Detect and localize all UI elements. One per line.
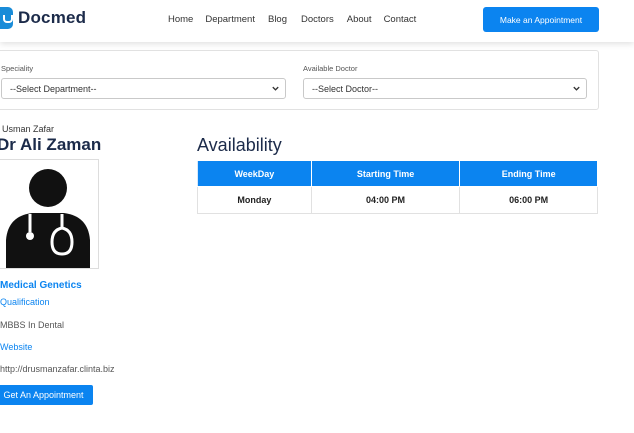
nav-home[interactable]: Home [168, 14, 193, 25]
cell-day: Monday [197, 186, 312, 214]
brand-name: Docmed [18, 8, 87, 27]
chevron-down-icon [272, 86, 279, 91]
main-nav: Home Department Blog Doctors About Conta… [168, 14, 416, 25]
availability-table: WeekDay Starting Time Ending Time Monday… [197, 160, 598, 214]
doctor-photo [0, 159, 99, 269]
table-row: Monday 04:00 PM 06:00 PM [197, 186, 598, 214]
qualification-value: MBBS In Dental [0, 320, 65, 330]
doctor-subtitle: Usman Zafar [2, 124, 55, 134]
header-starting-time: Starting Time [310, 160, 461, 187]
speciality-select[interactable]: --Select Department-- [1, 78, 286, 99]
doctor-name: Dr Ali Zaman [0, 135, 102, 154]
get-appointment-button[interactable]: Get An Appointment [0, 385, 93, 405]
cell-end-time: 06:00 PM [459, 186, 598, 214]
availability-title: Availability [197, 135, 282, 155]
nav-contact[interactable]: Contact [384, 14, 417, 25]
brand-logo[interactable]: Docmed [0, 7, 86, 29]
doctor-select-value: --Select Doctor-- [312, 83, 379, 94]
cell-start-time: 04:00 PM [310, 186, 461, 214]
doctor-speciality: Medical Genetics [0, 280, 82, 291]
stethoscope-icon [0, 7, 13, 29]
chevron-down-icon [573, 86, 580, 91]
website-link[interactable]: http://drusmanzafar.clinta.biz [0, 364, 115, 374]
header-weekday: WeekDay [197, 160, 312, 187]
nav-department[interactable]: Department [205, 14, 255, 25]
nav-about[interactable]: About [347, 14, 372, 25]
speciality-label: Speciality [1, 64, 34, 73]
header-ending-time: Ending Time [459, 160, 598, 187]
doctor-avatar-icon [5, 169, 90, 268]
website-label: Website [0, 342, 33, 352]
speciality-select-value: --Select Department-- [10, 83, 97, 94]
qualification-label: Qualification [0, 297, 50, 307]
make-appointment-button[interactable]: Make an Appointment [483, 7, 599, 32]
available-doctor-label: Available Doctor [303, 64, 358, 73]
doctor-select[interactable]: --Select Doctor-- [303, 78, 587, 99]
table-header-row: WeekDay Starting Time Ending Time [197, 160, 598, 187]
search-filter-panel: Speciality --Select Department-- Availab… [0, 50, 599, 110]
nav-doctors[interactable]: Doctors [301, 14, 334, 25]
top-navbar: Docmed Home Department Blog Doctors Abou… [0, 0, 634, 42]
nav-blog[interactable]: Blog [268, 14, 287, 25]
